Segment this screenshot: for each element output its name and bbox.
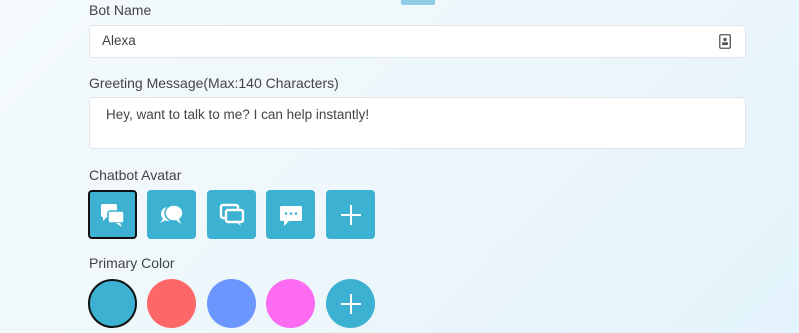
add-avatar-button[interactable] xyxy=(326,190,375,239)
bot-name-label: Bot Name xyxy=(89,2,152,18)
add-color-button[interactable] xyxy=(326,279,375,328)
color-swatch-teal[interactable] xyxy=(88,279,137,328)
color-swatch-blue[interactable] xyxy=(207,279,256,328)
speech-bubbles-icon xyxy=(159,203,184,224)
plus-icon xyxy=(340,293,361,314)
chat-bubbles-icon xyxy=(100,203,125,227)
greeting-label: Greeting Message(Max:140 Characters) xyxy=(89,75,339,91)
plus-icon xyxy=(340,204,361,225)
avatar-option-stacked-chat[interactable] xyxy=(207,190,256,239)
color-swatch-coral[interactable] xyxy=(147,279,196,328)
avatar-option-chat-bubbles[interactable] xyxy=(88,190,137,239)
avatar-option-speech-bubbles[interactable] xyxy=(147,190,196,239)
greeting-textarea[interactable]: Hey, want to talk to me? I can help inst… xyxy=(89,97,746,149)
primary-color-label: Primary Color xyxy=(89,255,175,271)
avatar-label: Chatbot Avatar xyxy=(89,167,182,183)
message-dots-icon xyxy=(279,205,302,226)
bot-name-input[interactable]: Alexa xyxy=(89,25,746,58)
bot-name-value: Alexa xyxy=(102,33,136,48)
color-swatch-pink[interactable] xyxy=(266,279,315,328)
avatar-option-message-dots[interactable] xyxy=(266,190,315,239)
contact-card-icon xyxy=(719,34,731,49)
greeting-value: Hey, want to talk to me? I can help inst… xyxy=(106,107,370,122)
stacked-chat-icon xyxy=(219,203,244,226)
top-tab-indicator xyxy=(401,0,435,5)
